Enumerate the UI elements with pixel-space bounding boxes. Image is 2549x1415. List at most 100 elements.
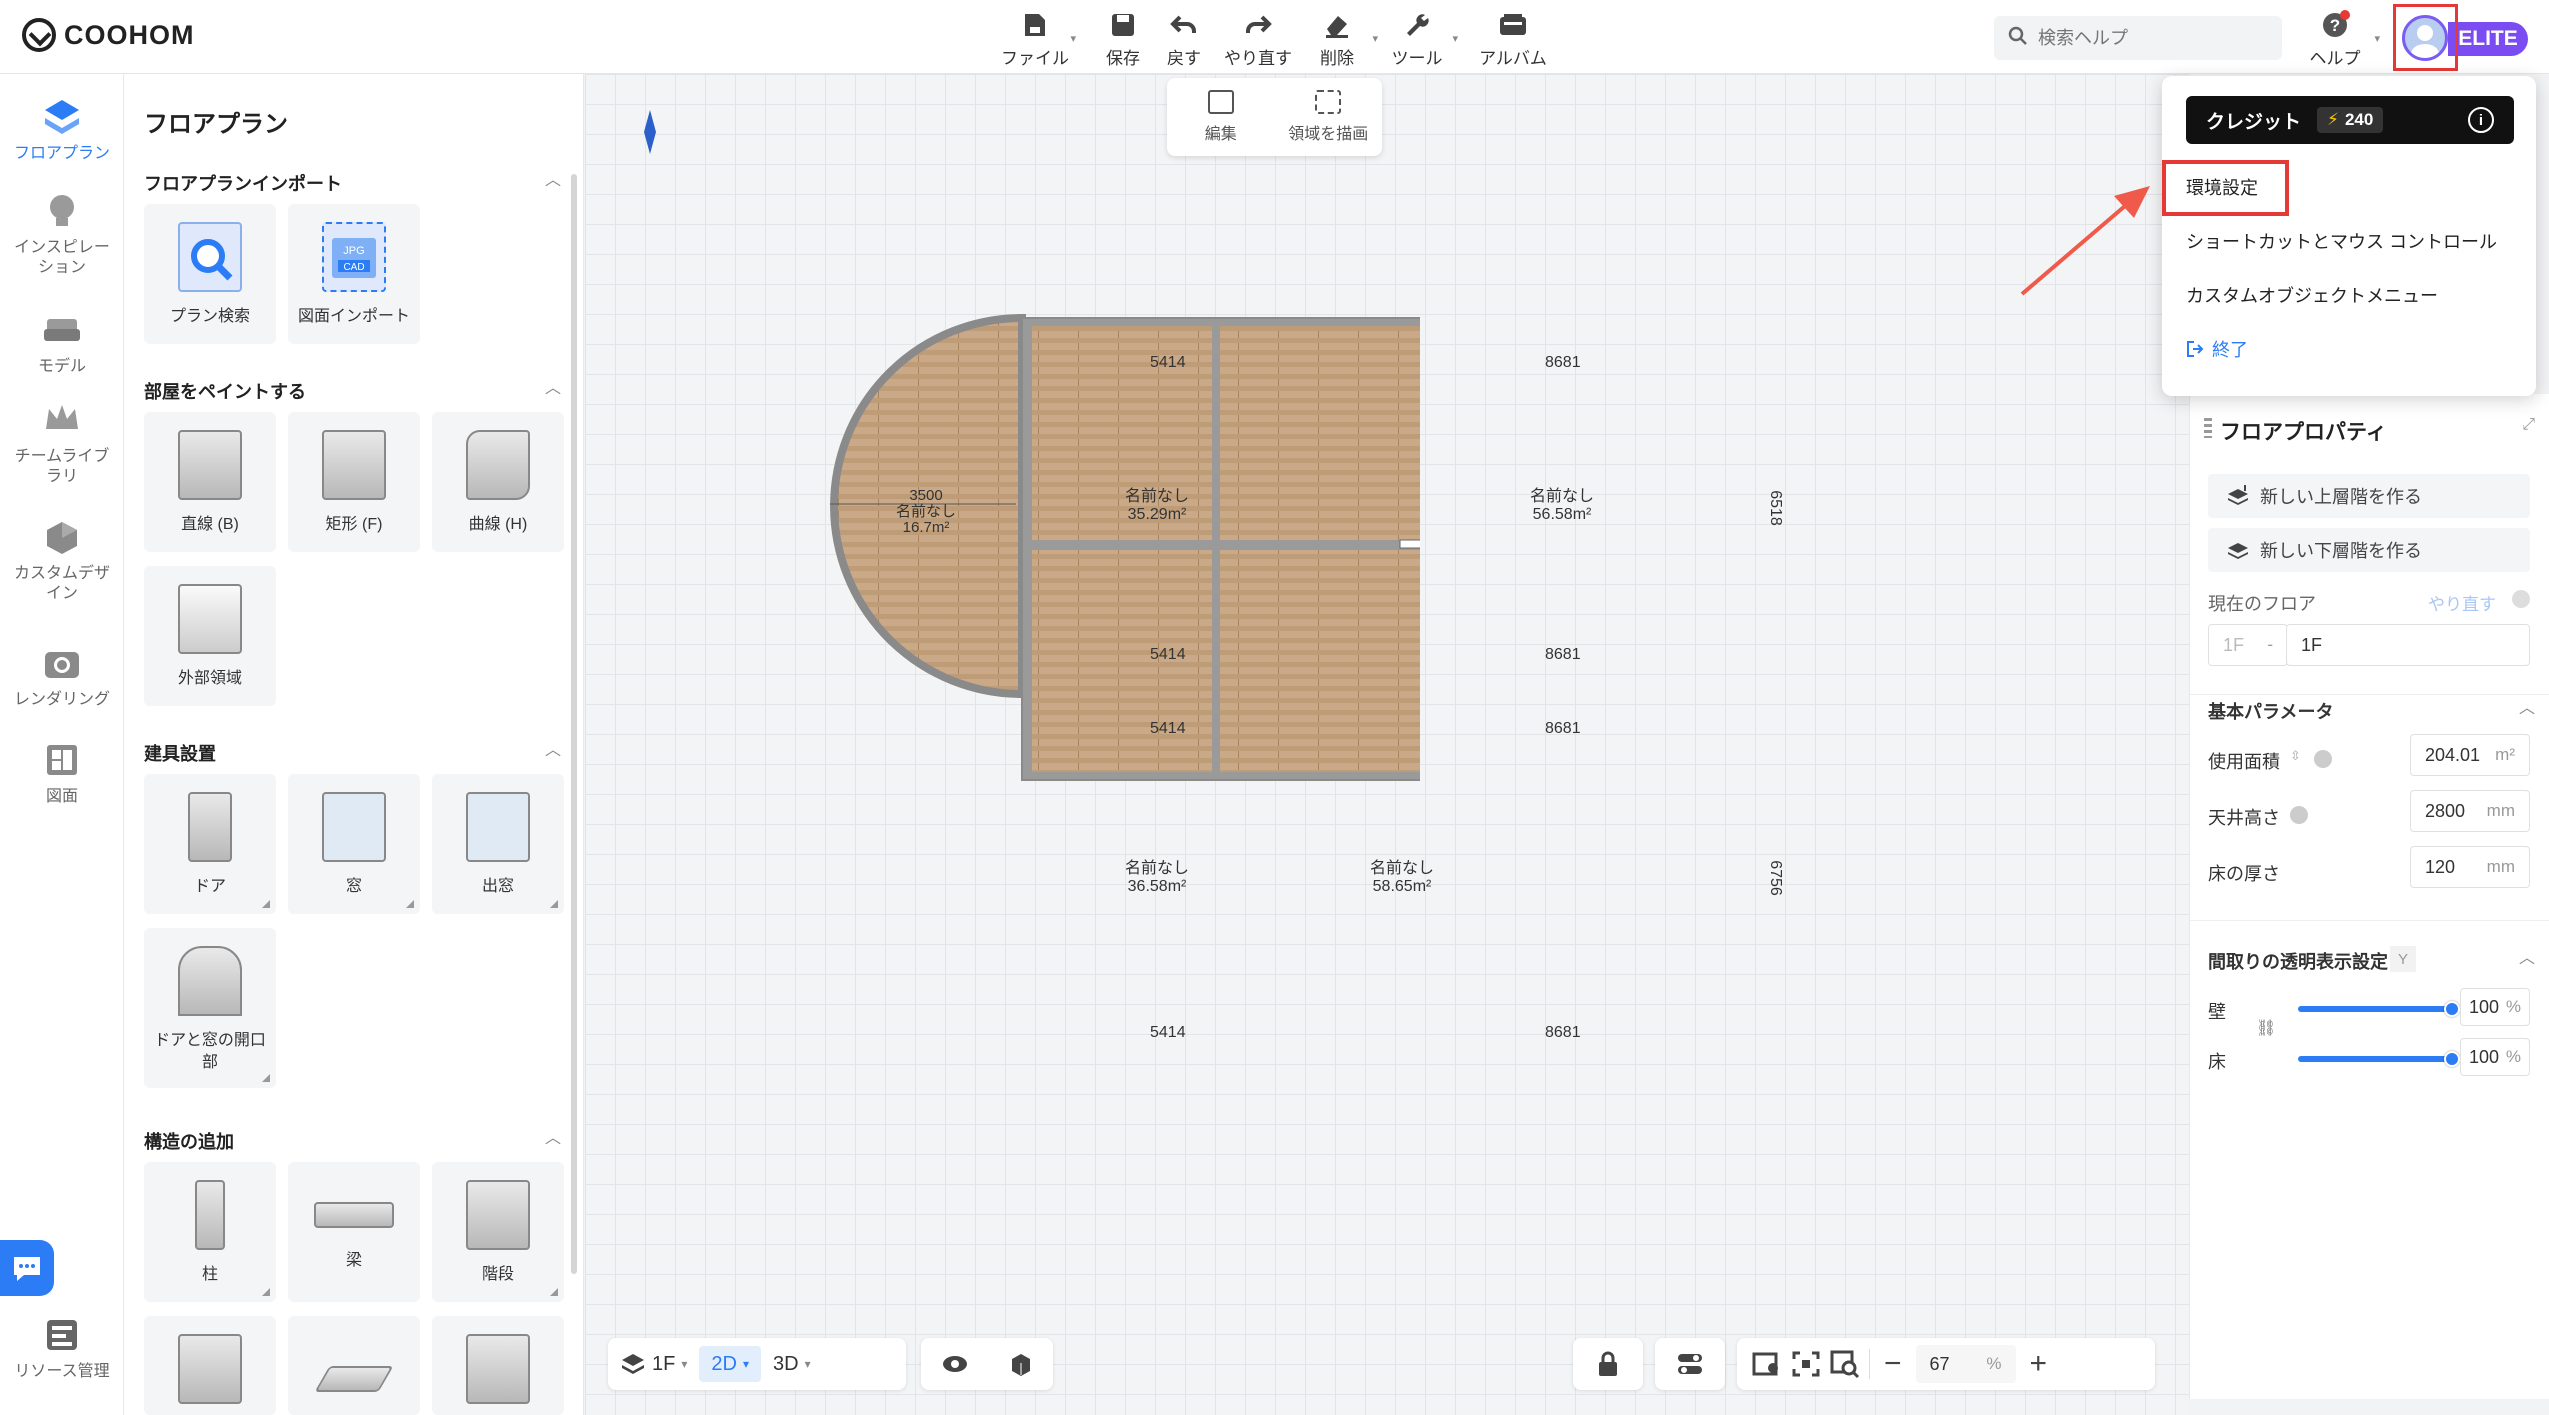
opening-card[interactable]: ドアと窓の開口部 xyxy=(144,928,276,1088)
draw-area-button[interactable]: 領域を描画 xyxy=(1275,78,1383,156)
nav-item-inspiration[interactable]: インスピレーション xyxy=(0,190,124,278)
door-card[interactable]: ドア xyxy=(144,774,276,914)
new-upper-floor-button[interactable]: 新しい上層階を作る xyxy=(2208,474,2530,518)
search-icon xyxy=(2008,26,2028,51)
nav-item-rendering[interactable]: レンダリング xyxy=(0,642,124,710)
window-card[interactable]: 窓 xyxy=(288,774,420,914)
floor-plan-drawing[interactable] xyxy=(820,314,1420,874)
info-icon[interactable]: i xyxy=(2468,107,2494,133)
transparency-title: 間取りの透明表示設定 xyxy=(2208,952,2388,972)
zoom-out-button[interactable]: − xyxy=(1878,1347,1908,1381)
tools-menu-button[interactable]: ツール ▾ xyxy=(1372,10,1462,69)
redo-link[interactable]: やり直す xyxy=(2428,590,2496,615)
nav-item-model[interactable]: モデル xyxy=(0,309,124,377)
structure-card-more-3[interactable] xyxy=(432,1316,564,1415)
floor-opacity-input[interactable]: 100% xyxy=(2460,1038,2530,1076)
nav-item-floorplan[interactable]: フロアプラン xyxy=(0,96,124,164)
search-box[interactable] xyxy=(1994,16,2282,60)
floor-thickness-input[interactable]: 120 mm xyxy=(2410,846,2530,888)
zoom-input[interactable]: 67% xyxy=(1915,1345,2016,1383)
nav-item-drawing[interactable]: 図面 xyxy=(0,739,124,807)
svg-text:CAD: CAD xyxy=(343,262,364,273)
wall-opacity-input[interactable]: 100% xyxy=(2460,988,2530,1026)
nav-item-team-library[interactable]: チームライブラリ xyxy=(0,399,124,487)
floor-name-input[interactable]: 1F xyxy=(2286,624,2530,666)
mode-2d-button[interactable]: 2D ▾ xyxy=(699,1346,761,1382)
credit-bar[interactable]: クレジット ⚡ 240 i xyxy=(2186,96,2514,144)
info-icon[interactable] xyxy=(2314,750,2332,768)
collapse-chevron-icon[interactable]: ︿ xyxy=(545,374,561,398)
redo-button[interactable]: やり直す xyxy=(1213,10,1303,69)
coohom-logo[interactable]: COOHOM xyxy=(22,18,195,52)
collapse-chevron-icon[interactable]: ︿ xyxy=(545,736,561,760)
delete-button[interactable]: 削除 ▾ xyxy=(1292,10,1382,69)
nav-item-custom-design[interactable]: カスタムデザイン xyxy=(0,516,124,604)
structure-card-more-1[interactable] xyxy=(144,1316,276,1415)
room-area: 56.58m² xyxy=(1532,506,1592,523)
compass-icon[interactable] xyxy=(640,110,660,154)
eye-icon[interactable] xyxy=(941,1354,969,1374)
plan-search-card[interactable]: プラン検索 xyxy=(144,204,276,344)
logo-icon xyxy=(22,18,56,52)
bay-window-card[interactable]: 出窓 xyxy=(432,774,564,914)
toggle-settings-icon[interactable] xyxy=(1676,1352,1704,1376)
album-button[interactable]: アルバム xyxy=(1468,10,1558,69)
expand-icon[interactable]: ⤢ xyxy=(2522,416,2535,434)
floor-slider-knob[interactable] xyxy=(2444,1051,2460,1067)
collapse-chevron-icon[interactable]: ︿ xyxy=(2519,944,2535,968)
room-2[interactable] xyxy=(1220,326,1420,540)
cube-icon[interactable] xyxy=(1008,1351,1034,1377)
area-input[interactable]: 204.01 m² xyxy=(2410,734,2530,776)
zoom-area-icon[interactable] xyxy=(1829,1349,1861,1379)
menu-item-shortcuts[interactable]: ショートカットとマウス コントロール xyxy=(2186,228,2497,254)
collapse-chevron-icon[interactable]: ︿ xyxy=(2519,694,2535,718)
link-icon[interactable]: ⛓ xyxy=(2256,1018,2276,1038)
lock-icon[interactable] xyxy=(1596,1350,1620,1378)
window-opening[interactable] xyxy=(1399,539,1420,549)
search-input[interactable] xyxy=(2038,27,2258,49)
mode-3d-button[interactable]: 3D ▾ xyxy=(761,1353,823,1376)
menu-item-exit[interactable]: 終了 xyxy=(2186,336,2248,362)
menu-item-custom-objects[interactable]: カスタムオブジェクトメニュー xyxy=(2186,282,2438,308)
floor-opacity-slider[interactable] xyxy=(2298,1056,2452,1062)
column-card[interactable]: 柱 xyxy=(144,1162,276,1302)
new-lower-floor-button[interactable]: 新しい下層階を作る xyxy=(2208,528,2530,572)
straight-wall-card[interactable]: 直線 (B) xyxy=(144,412,276,552)
sofa-icon xyxy=(41,309,83,351)
drawing-import-card[interactable]: JPG CAD 図面インポート xyxy=(288,204,420,344)
curve-wall-icon xyxy=(466,430,530,500)
left-navigation: フロアプラン インスピレーション モデル チームライブラリ カスタムデザイン レ… xyxy=(0,74,124,1415)
drag-handle-icon[interactable] xyxy=(2204,418,2212,438)
edit-icon xyxy=(1207,90,1234,114)
zoom-in-button[interactable]: + xyxy=(2024,1347,2054,1381)
chat-icon xyxy=(14,1257,40,1281)
panel-scrollbar[interactable] xyxy=(571,174,577,1274)
structure-card-more-2[interactable] xyxy=(288,1316,420,1415)
design-canvas[interactable]: 3500 名前なし 16.7m² 名前なし 35.29m² 名前なし 56.58… xyxy=(585,74,2189,1415)
wall-slider-knob[interactable] xyxy=(2444,1001,2460,1017)
stairs-card[interactable]: 階段 xyxy=(432,1162,564,1302)
ceiling-height-input[interactable]: 2800 mm xyxy=(2410,790,2530,832)
nav-item-resource-management[interactable]: リソース管理 xyxy=(0,1314,124,1382)
rect-wall-card[interactable]: 矩形 (F) xyxy=(288,412,420,552)
floor-prefix-field: 1F - xyxy=(2208,624,2288,666)
floor-selector[interactable]: 1F ▾ xyxy=(608,1351,699,1377)
shortcut-key-badge: Y xyxy=(2390,946,2416,972)
collapse-chevron-icon[interactable]: ︿ xyxy=(545,1124,561,1148)
room-4[interactable] xyxy=(1220,550,1420,772)
edit-button[interactable]: 編集 xyxy=(1167,78,1275,156)
current-floor-label: 現在のフロア xyxy=(2208,594,2316,614)
collapse-chevron-icon[interactable]: ︿ xyxy=(545,166,561,190)
annotation-arrow xyxy=(2020,186,2150,296)
chat-button[interactable] xyxy=(0,1240,54,1296)
help-button[interactable]: ? ヘルプ ▾ xyxy=(2290,10,2380,69)
curve-wall-card[interactable]: 曲線 (H) xyxy=(432,412,564,552)
fit-view-icon[interactable] xyxy=(1751,1350,1783,1378)
exterior-area-card[interactable]: 外部領域 xyxy=(144,566,276,706)
focus-icon[interactable] xyxy=(1791,1350,1821,1378)
wall-opacity-slider[interactable] xyxy=(2298,1006,2452,1012)
beam-card[interactable]: 梁 xyxy=(288,1162,420,1302)
sort-icon[interactable]: ⇳ xyxy=(2290,748,2301,764)
info-icon[interactable] xyxy=(2290,806,2308,824)
file-menu-button[interactable]: ファイル ▾ xyxy=(990,10,1080,69)
